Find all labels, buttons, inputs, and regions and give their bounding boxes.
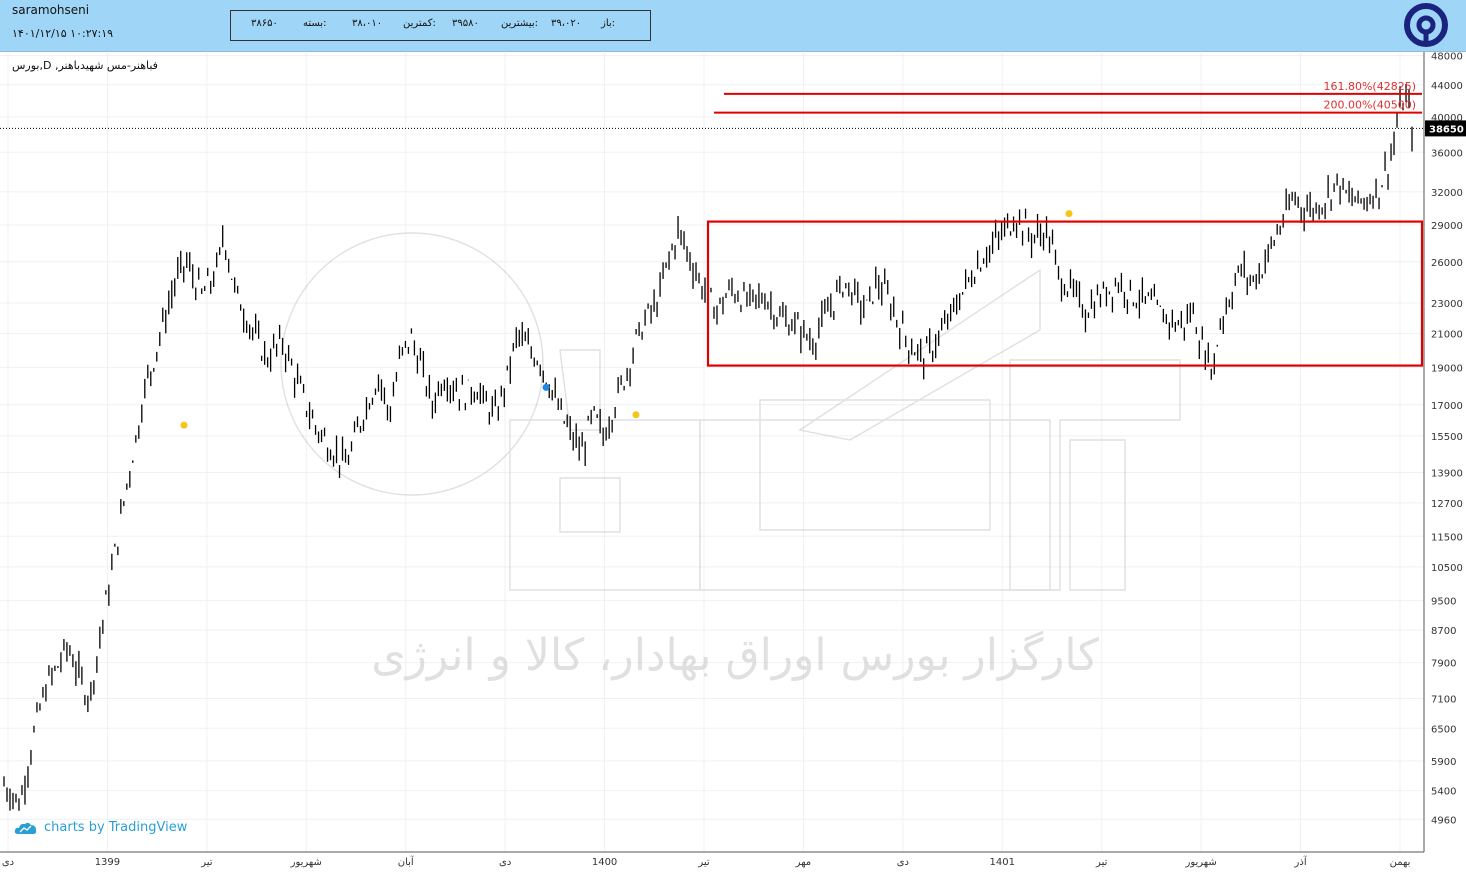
current-price-text: 38650 [1429, 124, 1464, 135]
y-tick-label: 7900 [1431, 659, 1456, 670]
y-tick-label: 8700 [1431, 626, 1456, 637]
tradingview-cloud-icon [14, 822, 37, 834]
y-tick-label: 6500 [1431, 724, 1456, 735]
y-tick-label: 17000 [1431, 401, 1463, 412]
x-tick-label: دی [2, 857, 14, 868]
low-value: ۳۸،۰۱۰ [352, 18, 383, 29]
y-tick-label: 19000 [1431, 363, 1463, 374]
y-tick-label: 13900 [1431, 469, 1463, 480]
y-tick-label: 32000 [1431, 188, 1463, 199]
tradingview-credit[interactable]: charts by TradingView [14, 820, 187, 835]
x-tick-label: آذر [1294, 855, 1308, 868]
y-tick-label: 36000 [1431, 148, 1463, 159]
x-tick-label: مهر [795, 857, 811, 868]
price-chart[interactable]: کارگزار بورس اوراق بهادار، کالا و انرژی … [0, 0, 1466, 872]
low-label: کمترین: [403, 18, 436, 29]
x-tick-label: 1401 [990, 857, 1015, 868]
signal-marker [1065, 210, 1073, 218]
y-tick-label: 12700 [1431, 499, 1463, 510]
broker-logo-icon [1404, 3, 1448, 47]
y-tick-label: 11500 [1431, 532, 1463, 543]
y-tick-label: 29000 [1431, 221, 1463, 232]
x-tick-label: دی [897, 857, 909, 868]
x-tick-label: تیر [697, 857, 710, 868]
x-tick-label: 1400 [592, 857, 617, 868]
close-label: بسته: [303, 18, 327, 29]
axes: 48000 44000 40000 36000 32000 29000 26000 23000… [0, 51, 1463, 868]
x-tick-label: شهریور [1184, 857, 1216, 868]
y-tick-label: 9500 [1431, 597, 1456, 608]
y-tick-label: 44000 [1431, 81, 1463, 92]
y-tick-label: 10500 [1431, 563, 1463, 574]
high-value: ۳۹۵۸۰ [452, 18, 479, 29]
signal-marker [542, 383, 550, 391]
x-tick-label: دی [499, 857, 511, 868]
y-tick-label: 23000 [1431, 299, 1463, 310]
fib-label: 161.80%(42825) [1323, 80, 1416, 93]
signal-marker [180, 421, 188, 429]
open-label: باز: [601, 18, 616, 29]
chart-grid [0, 52, 1424, 852]
y-tick-label: 48000 [1431, 51, 1463, 62]
x-tick-label: بهمن [1390, 857, 1411, 868]
y-tick-label: 15500 [1431, 432, 1463, 443]
y-tick-label: 26000 [1431, 258, 1463, 269]
high-label: بیشترین: [501, 18, 539, 29]
y-tick-label: 40000 [1431, 113, 1463, 124]
y-tick-label: 7100 [1431, 695, 1456, 706]
y-tick-label: 5900 [1431, 757, 1456, 768]
tradingview-credit-text: charts by TradingView [44, 820, 188, 835]
y-tick-label: 21000 [1431, 330, 1463, 341]
x-tick-label: شهریور [290, 857, 322, 868]
symbol-label: بورس,D ,فباهنر-مس شهیدباهنر [12, 59, 158, 72]
username: saramohseni [12, 3, 90, 17]
top-bar: saramohseni ۱۴۰۱/۱۲/۱۵ ۱۰:۲۷:۱۹ باز: ۳۹،… [0, 0, 1466, 52]
y-tick-label: 4960 [1431, 815, 1456, 826]
date-time: ۱۴۰۱/۱۲/۱۵ ۱۰:۲۷:۱۹ [12, 27, 114, 40]
x-tick-label: 1399 [95, 857, 120, 868]
open-value: ۳۹،۰۲۰ [551, 18, 582, 29]
watermark-text: کارگزار بورس اوراق بهادار، کالا و انرژی [371, 630, 1099, 681]
ohlc-box: باز: ۳۹،۰۲۰ بیشترین: ۳۹۵۸۰ کمترین: ۳۸،۰۱… [230, 10, 651, 41]
signal-marker [632, 411, 640, 419]
y-tick-label: 5400 [1431, 787, 1456, 798]
x-tick-label: تیر [1095, 857, 1108, 868]
x-tick-label: تیر [200, 857, 213, 868]
close-value: ۳۸۶۵۰ [251, 18, 278, 29]
x-tick-label: آبان [398, 855, 415, 868]
fib-label: 200.00%(40500) [1323, 99, 1416, 112]
